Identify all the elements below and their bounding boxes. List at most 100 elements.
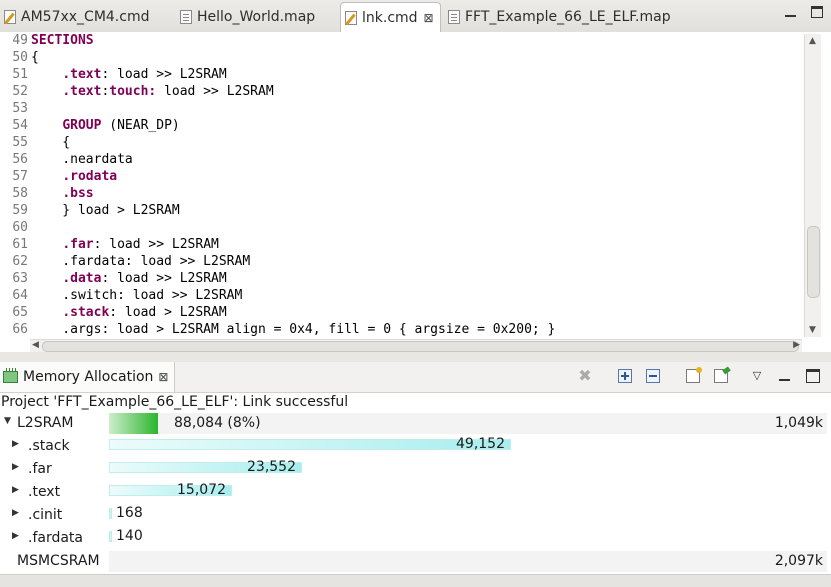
memory-region-msmcsram[interactable]: MSMCSRAM 2,097k [0, 550, 831, 573]
code-keyword: GROUP [62, 118, 102, 133]
view-title: Memory Allocation [23, 369, 154, 385]
expanded-arrow-icon[interactable]: ▼ [4, 416, 11, 426]
section-value: 168 [116, 505, 143, 521]
new-item-icon[interactable] [686, 367, 702, 383]
collapse-all-icon[interactable] [646, 369, 660, 383]
code-line[interactable]: .stack: load > L2SRAM [31, 304, 226, 321]
code-line[interactable]: { [31, 134, 70, 151]
memory-chip-icon [3, 368, 18, 383]
code-keyword: .bss [62, 186, 94, 201]
tab-am57xx-cm4-cmd[interactable]: AM57xx_CM4.cmd [4, 3, 149, 31]
section-name: .fardata [28, 530, 84, 546]
collapsed-arrow-icon[interactable]: ▶ [12, 508, 19, 518]
code-line[interactable]: .switch: load >> L2SRAM [31, 287, 242, 304]
line-number: 60 [12, 220, 28, 235]
view-menu-icon[interactable]: ▽ [750, 369, 764, 383]
section-value: 23,552 [247, 459, 296, 475]
used-label: 88,084 (8%) [174, 415, 261, 431]
pencil-file-icon [4, 10, 16, 24]
code-text: : load >> L2SRAM [101, 271, 227, 286]
horizontal-scrollbar[interactable]: ◀ ▶ [30, 339, 802, 353]
collapsed-arrow-icon[interactable]: ▶ [12, 439, 19, 449]
scroll-left-icon[interactable]: ◀ [32, 340, 39, 350]
collapsed-arrow-icon[interactable]: ▶ [12, 531, 19, 541]
code-editor[interactable]: 49 50 51 52 53 54 55 56 57 58 59 60 61 62 63 64 65 66 SEC… [0, 32, 831, 353]
close-view-icon[interactable]: ⊠ [158, 370, 168, 384]
section-row-text[interactable]: ▶ .text 15,072 [0, 481, 831, 504]
code-line[interactable]: .neardata [31, 151, 133, 168]
code-line[interactable]: .text:touch: load >> L2SRAM [31, 83, 274, 100]
editor-window-controls [785, 6, 823, 18]
line-number: 51 [12, 67, 28, 82]
section-value: 15,072 [177, 482, 226, 498]
code-keyword: SECTIONS [31, 33, 94, 48]
code-keyword: touch: [109, 84, 157, 99]
section-row-fardata[interactable]: ▶ .fardata 140 [0, 527, 831, 550]
file-icon [448, 10, 460, 24]
memory-region-l2sram[interactable]: ▼ L2SRAM 88,084 (8%) 1,049k [0, 412, 831, 435]
link-status: Project 'FFT_Example_66_LE_ELF': Link su… [1, 394, 349, 410]
tab-label: AM57xx_CM4.cmd [21, 9, 150, 25]
section-name: .cinit [28, 507, 63, 523]
collapsed-arrow-icon[interactable]: ▶ [12, 462, 19, 472]
tab-label: lnk.cmd [362, 10, 418, 26]
code-keyword: .rodata [62, 169, 118, 184]
tab-fft-example-map[interactable]: FFT_Example_66_LE_ELF.map [448, 3, 671, 31]
tab-label: FFT_Example_66_LE_ELF.map [465, 9, 671, 25]
tab-lnk-cmd[interactable]: lnk.cmd ⊠ [340, 2, 441, 33]
line-number: 57 [12, 169, 28, 184]
section-row-far[interactable]: ▶ .far 23,552 [0, 458, 831, 481]
code-line[interactable]: { [31, 49, 39, 66]
code-line[interactable]: .args: load > L2SRAM align = 0x4, fill =… [31, 321, 555, 338]
editor-tab-bar: AM57xx_CM4.cmd Hello_World.map lnk.cmd ⊠… [0, 0, 831, 33]
line-number: 58 [12, 186, 28, 201]
code-line[interactable]: .text: load >> L2SRAM [31, 66, 226, 83]
horizontal-scroll-thumb[interactable] [42, 341, 799, 352]
scroll-right-icon[interactable]: ▶ [793, 340, 800, 350]
region-name: MSMCSRAM [17, 553, 100, 569]
code-text: load >> L2SRAM [156, 84, 274, 99]
memory-allocation-toolbar: Memory Allocation ⊠ ✖ ▽ [0, 362, 831, 393]
code-text: .args: load > L2SRAM align = 0x4, fill =… [31, 322, 556, 337]
code-line[interactable]: SECTIONS [31, 32, 94, 49]
maximize-view-icon[interactable] [806, 369, 820, 383]
code-line[interactable]: .data: load >> L2SRAM [31, 270, 227, 287]
remove-icon[interactable]: ✖ [578, 368, 592, 384]
scroll-down-icon[interactable]: ▼ [809, 325, 816, 335]
code-line[interactable]: .bss [31, 185, 94, 202]
scroll-up-icon[interactable]: ▲ [809, 36, 816, 46]
section-row-stack[interactable]: ▶ .stack 49,152 [0, 435, 831, 458]
maximize-icon[interactable] [811, 6, 823, 18]
collapsed-arrow-icon[interactable]: ▶ [12, 485, 19, 495]
line-number: 53 [12, 101, 28, 116]
expand-all-icon[interactable] [618, 369, 632, 383]
pencil-file-icon [345, 11, 357, 25]
import-icon[interactable] [714, 369, 728, 383]
code-line[interactable]: .rodata [31, 168, 117, 185]
line-number: 56 [12, 152, 28, 167]
code-line[interactable]: } load > L2SRAM [31, 202, 180, 219]
line-number: 61 [12, 237, 28, 252]
code-line[interactable]: .far: load >> L2SRAM [31, 236, 219, 253]
close-tab-icon[interactable]: ⊠ [424, 11, 434, 25]
line-number: 52 [12, 84, 28, 99]
code-line[interactable]: GROUP (NEAR_DP) [31, 117, 179, 134]
section-row-cinit[interactable]: ▶ .cinit 168 [0, 504, 831, 527]
minimize-view-icon[interactable] [778, 369, 792, 383]
tab-hello-world-map[interactable]: Hello_World.map [180, 3, 315, 31]
bottom-strip [0, 574, 831, 587]
minimize-icon[interactable] [785, 6, 797, 18]
vertical-scrollbar[interactable]: ▲ ▼ [804, 34, 821, 337]
vertical-scroll-thumb[interactable] [807, 226, 820, 298]
code-line[interactable]: .fardata: load >> L2SRAM [31, 253, 250, 270]
code-text: } load > L2SRAM [31, 203, 180, 218]
code-text: .neardata [31, 152, 133, 167]
line-number: 59 [12, 203, 28, 218]
tab-memory-allocation[interactable]: Memory Allocation ⊠ [0, 362, 176, 392]
